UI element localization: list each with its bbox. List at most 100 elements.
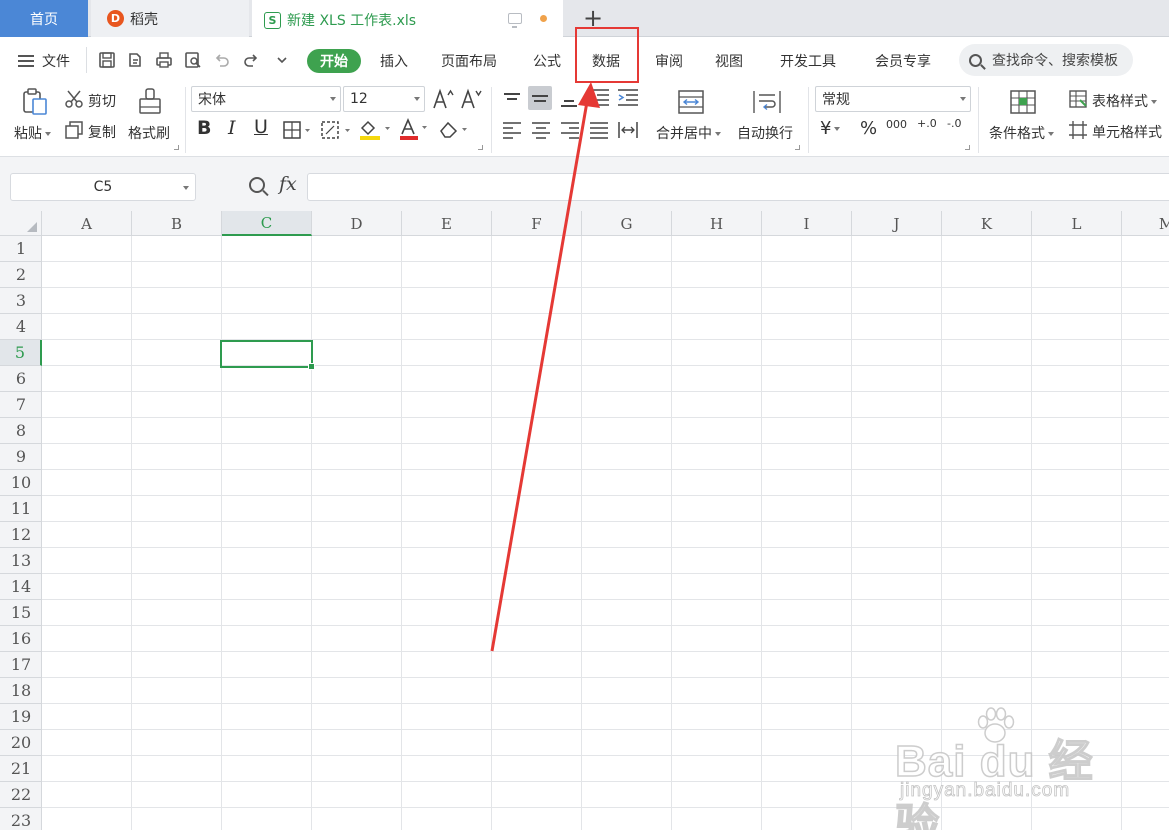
align-center-icon[interactable]: [530, 120, 552, 140]
print-icon[interactable]: [154, 50, 174, 70]
column-header-e[interactable]: E: [402, 211, 492, 236]
column-header-c[interactable]: C: [222, 211, 312, 236]
eraser-icon[interactable]: [438, 119, 472, 139]
align-left-icon[interactable]: [501, 120, 523, 140]
thousands-separator-button[interactable]: 000: [886, 119, 907, 130]
align-bottom-icon[interactable]: [557, 91, 581, 115]
row-header-7[interactable]: 7: [0, 392, 42, 418]
column-header-j[interactable]: J: [852, 211, 942, 236]
redo-icon[interactable]: [241, 50, 261, 70]
format-painter-label[interactable]: 格式刷: [128, 123, 170, 143]
decrease-decimal-button[interactable]: -.0: [947, 118, 961, 129]
row-header-15[interactable]: 15: [0, 600, 42, 626]
row-header-17[interactable]: 17: [0, 652, 42, 678]
distributed-align-icon[interactable]: [617, 120, 639, 140]
underline-button[interactable]: U: [254, 116, 268, 138]
cut-label[interactable]: 剪切: [88, 91, 116, 111]
percent-button[interactable]: %: [860, 118, 877, 139]
clipboard-launcher-icon[interactable]: [174, 145, 179, 150]
row-header-9[interactable]: 9: [0, 444, 42, 470]
tab-home-ribbon[interactable]: 开始: [307, 49, 361, 73]
row-header-8[interactable]: 8: [0, 418, 42, 444]
unsaved-dot-icon[interactable]: [540, 15, 547, 22]
row-header-19[interactable]: 19: [0, 704, 42, 730]
font-color-icon[interactable]: [398, 117, 432, 141]
number-launcher-icon[interactable]: [965, 145, 970, 150]
row-header-11[interactable]: 11: [0, 496, 42, 522]
copy-label[interactable]: 复制: [88, 122, 116, 142]
align-middle-icon[interactable]: [528, 86, 552, 110]
conditional-format-icon[interactable]: [1009, 89, 1037, 115]
cell-style-icon[interactable]: [1068, 120, 1088, 140]
decrease-font-icon[interactable]: [460, 87, 482, 111]
font-launcher-icon[interactable]: [478, 145, 483, 150]
format-painter-icon[interactable]: [137, 87, 163, 117]
merge-center-icon[interactable]: [677, 89, 705, 115]
table-style-icon[interactable]: [1068, 89, 1088, 109]
tab-home[interactable]: 首页: [0, 0, 88, 37]
cell-style-label[interactable]: 单元格样式: [1092, 122, 1162, 142]
tab-docer[interactable]: D 稻壳: [91, 0, 249, 37]
tab-developer[interactable]: 开发工具: [780, 49, 836, 73]
insert-function-button[interactable]: fx: [279, 173, 297, 195]
name-box[interactable]: C5: [10, 173, 196, 201]
tab-formulas[interactable]: 公式: [533, 49, 561, 73]
italic-button[interactable]: I: [228, 117, 236, 139]
undo-icon[interactable]: [212, 50, 232, 70]
select-all-button[interactable]: [0, 211, 42, 236]
column-header-a[interactable]: A: [42, 211, 132, 236]
decrease-indent-icon[interactable]: [587, 88, 611, 108]
row-header-20[interactable]: 20: [0, 730, 42, 756]
formula-input[interactable]: [307, 173, 1169, 201]
table-style-button[interactable]: 表格样式: [1092, 91, 1157, 111]
increase-decimal-button[interactable]: +.0: [917, 118, 937, 129]
alignment-launcher-icon[interactable]: [795, 145, 800, 150]
borders-icon[interactable]: [282, 120, 312, 140]
row-header-3[interactable]: 3: [0, 288, 42, 314]
number-format-select[interactable]: 常规: [815, 86, 971, 112]
column-header-f[interactable]: F: [492, 211, 582, 236]
row-header-23[interactable]: 23: [0, 808, 42, 830]
align-right-icon[interactable]: [559, 120, 581, 140]
column-header-i[interactable]: I: [762, 211, 852, 236]
row-header-10[interactable]: 10: [0, 470, 42, 496]
column-header-m[interactable]: M: [1122, 211, 1169, 236]
column-header-g[interactable]: G: [582, 211, 672, 236]
justify-icon[interactable]: [588, 120, 610, 140]
align-top-icon[interactable]: [500, 86, 524, 110]
export-pdf-icon[interactable]: [125, 50, 145, 70]
conditional-format-button[interactable]: 条件格式: [989, 123, 1054, 143]
bold-button[interactable]: B: [197, 117, 211, 139]
zoom-icon[interactable]: [249, 177, 265, 193]
tab-view[interactable]: 视图: [715, 49, 743, 73]
file-menu-button[interactable]: 文件: [18, 51, 70, 71]
increase-font-icon[interactable]: [432, 87, 454, 111]
wrap-text-label[interactable]: 自动换行: [737, 123, 793, 143]
row-header-1[interactable]: 1: [0, 236, 42, 262]
merge-center-button[interactable]: 合并居中: [656, 123, 721, 143]
row-header-18[interactable]: 18: [0, 678, 42, 704]
tab-member[interactable]: 会员专享: [875, 49, 931, 73]
row-header-13[interactable]: 13: [0, 548, 42, 574]
scissors-icon[interactable]: [64, 89, 84, 109]
tab-review[interactable]: 审阅: [655, 49, 683, 73]
row-header-4[interactable]: 4: [0, 314, 42, 340]
copy-icon[interactable]: [64, 120, 84, 140]
currency-button[interactable]: ¥: [820, 118, 841, 139]
save-icon[interactable]: [97, 50, 117, 70]
font-size-select[interactable]: 12: [343, 86, 425, 112]
paste-icon[interactable]: [20, 87, 50, 117]
tab-workbook[interactable]: S 新建 XLS 工作表.xls: [252, 0, 563, 38]
column-header-k[interactable]: K: [942, 211, 1032, 236]
row-header-21[interactable]: 21: [0, 756, 42, 782]
column-header-h[interactable]: H: [672, 211, 762, 236]
monitor-icon[interactable]: [508, 13, 522, 28]
column-header-d[interactable]: D: [312, 211, 402, 236]
row-header-5[interactable]: 5: [0, 340, 42, 366]
row-header-2[interactable]: 2: [0, 262, 42, 288]
print-preview-icon[interactable]: [183, 50, 203, 70]
row-header-12[interactable]: 12: [0, 522, 42, 548]
row-header-6[interactable]: 6: [0, 366, 42, 392]
fill-color-icon[interactable]: [358, 118, 394, 140]
row-header-16[interactable]: 16: [0, 626, 42, 652]
